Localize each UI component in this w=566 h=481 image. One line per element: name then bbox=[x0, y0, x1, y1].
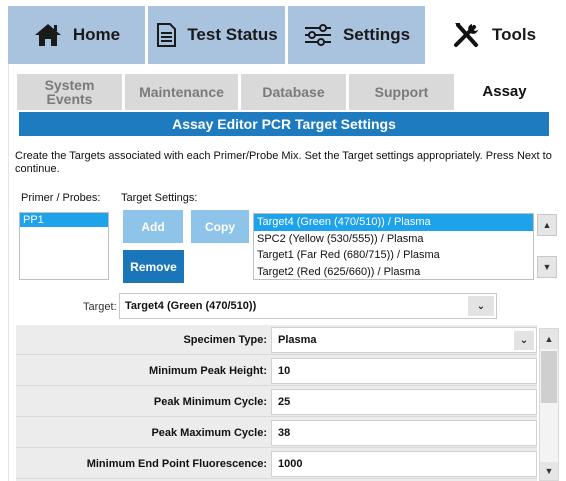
tools-icon bbox=[452, 21, 482, 49]
nav-home-button[interactable]: Home bbox=[8, 6, 145, 64]
target-list[interactable]: Target4 (Green (470/510)) / Plasma SPC2 … bbox=[253, 213, 534, 280]
tab-assay[interactable]: Assay bbox=[457, 74, 552, 110]
setting-row-specimen-type: Specimen Type: Plasma ⌄ bbox=[16, 325, 537, 355]
primer-probes-label: Primer / Probes: bbox=[21, 192, 101, 204]
min-end-point-label: Minimum End Point Fluorescence: bbox=[86, 458, 267, 470]
nav-home-label: Home bbox=[72, 25, 121, 44]
setting-row-peak-min-cycle: Peak Minimum Cycle: 25 bbox=[16, 387, 537, 417]
target-list-scroll-down-icon[interactable]: ▼ bbox=[537, 256, 557, 278]
nav-tools-button[interactable]: Tools bbox=[428, 6, 560, 64]
chevron-down-icon[interactable]: ⌄ bbox=[468, 296, 494, 316]
min-end-point-field[interactable]: 1000 bbox=[271, 451, 537, 477]
primer-probe-item[interactable]: PP1 bbox=[20, 213, 108, 227]
scroll-thumb[interactable] bbox=[541, 351, 557, 403]
target-settings-label: Target Settings: bbox=[121, 192, 198, 204]
list-item[interactable]: Target1 (Far Red (680/715)) / Plasma bbox=[254, 247, 533, 264]
target-list-scroll-up-icon[interactable]: ▲ bbox=[537, 214, 557, 236]
remove-button[interactable]: Remove bbox=[123, 250, 184, 283]
target-select[interactable]: Target4 (Green (470/510)) ⌄ bbox=[119, 293, 497, 319]
document-icon bbox=[155, 22, 177, 48]
peak-max-cycle-label: Peak Maximum Cycle: bbox=[151, 427, 267, 439]
nav-test-status-button[interactable]: Test Status bbox=[148, 6, 285, 64]
setting-row-peak-max-cycle: Peak Maximum Cycle: 38 bbox=[16, 418, 537, 448]
nav-settings-label: Settings bbox=[342, 25, 411, 44]
specimen-type-select[interactable]: Plasma ⌄ bbox=[271, 327, 537, 353]
settings-scrollbar[interactable]: ▲ ▼ bbox=[539, 328, 559, 481]
scroll-down-icon[interactable]: ▼ bbox=[540, 462, 558, 480]
list-item[interactable]: Target2 (Red (625/660)) / Plasma bbox=[254, 264, 533, 280]
sliders-icon bbox=[303, 24, 333, 46]
list-item[interactable]: Target4 (Green (470/510)) / Plasma bbox=[254, 214, 533, 231]
min-peak-height-label: Minimum Peak Height: bbox=[149, 365, 267, 377]
peak-min-cycle-field[interactable]: 25 bbox=[271, 389, 537, 415]
peak-max-cycle-field[interactable]: 38 bbox=[271, 420, 537, 446]
nav-settings-button[interactable]: Settings bbox=[288, 6, 425, 64]
nav-tools-label: Tools bbox=[491, 25, 537, 44]
tab-support[interactable]: Support bbox=[349, 74, 454, 110]
editor-title: Assay Editor PCR Target Settings bbox=[19, 112, 549, 136]
tab-system-events[interactable]: System Events bbox=[17, 74, 122, 110]
tab-maintenance[interactable]: Maintenance bbox=[125, 74, 238, 110]
target-label: Target: bbox=[83, 301, 117, 313]
content-frame: System Events Maintenance Database Suppo… bbox=[8, 64, 560, 481]
setting-row-min-peak-height: Minimum Peak Height: 10 bbox=[16, 356, 537, 386]
peak-min-cycle-label: Peak Minimum Cycle: bbox=[153, 396, 267, 408]
target-select-value: Target4 (Green (470/510)) bbox=[125, 300, 257, 312]
copy-button[interactable]: Copy bbox=[191, 210, 249, 243]
specimen-type-label: Specimen Type: bbox=[183, 334, 267, 346]
nav-test-status-label: Test Status bbox=[187, 25, 278, 44]
setting-row-min-end-point: Minimum End Point Fluorescence: 1000 bbox=[16, 449, 537, 479]
tab-database[interactable]: Database bbox=[241, 74, 346, 110]
target-settings-grid: Specimen Type: Plasma ⌄ Minimum Peak Hei… bbox=[16, 325, 537, 481]
scroll-up-icon[interactable]: ▲ bbox=[540, 329, 558, 349]
instructions-text: Create the Targets associated with each … bbox=[15, 150, 552, 175]
primer-probe-list[interactable]: PP1 bbox=[19, 212, 109, 280]
top-navigation: Home Test Status Settings Tools bbox=[8, 6, 560, 64]
min-peak-height-field[interactable]: 10 bbox=[271, 358, 537, 384]
home-icon bbox=[33, 22, 63, 48]
sub-tabs: System Events Maintenance Database Suppo… bbox=[17, 74, 552, 110]
specimen-type-value: Plasma bbox=[278, 334, 317, 346]
chevron-down-icon[interactable]: ⌄ bbox=[514, 331, 534, 350]
list-item[interactable]: SPC2 (Yellow (530/555)) / Plasma bbox=[254, 231, 533, 248]
add-button[interactable]: Add bbox=[123, 210, 183, 243]
